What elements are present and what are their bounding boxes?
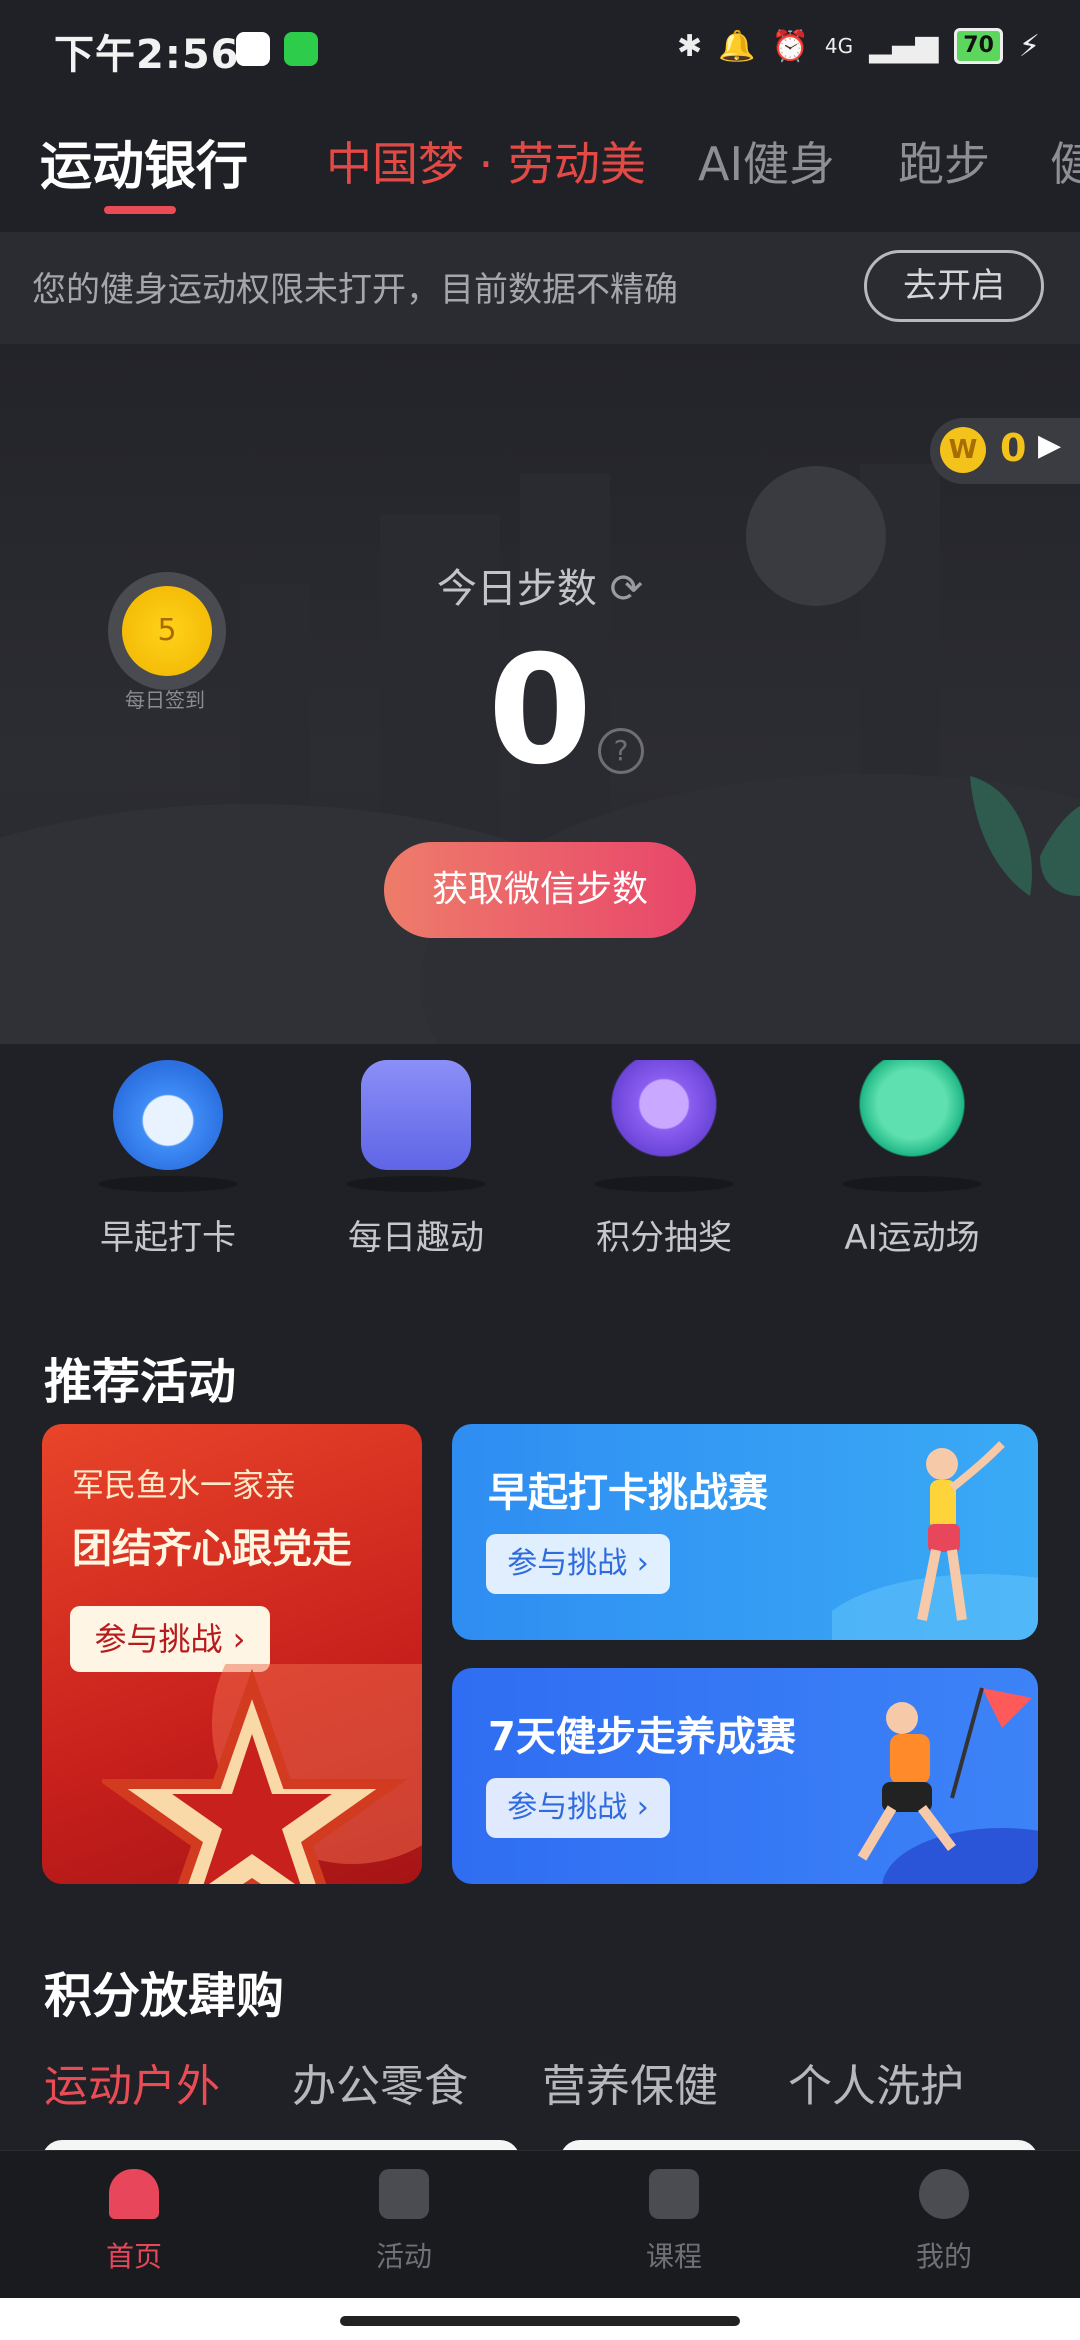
join-challenge-button[interactable]: 参与挑战 › xyxy=(486,1534,670,1594)
icon-shadow xyxy=(842,1176,982,1192)
wechat-notification-icon xyxy=(284,32,318,66)
coin-balance: 0 xyxy=(1000,426,1027,470)
bookmark-icon xyxy=(649,2169,699,2219)
coin-icon: W xyxy=(940,427,986,473)
category-tab-sports-outdoor[interactable]: 运动户外 xyxy=(44,2050,220,2114)
clipboard-icon xyxy=(361,1060,471,1170)
play-arrow-icon: ▶ xyxy=(1038,428,1062,463)
runner-with-flag-illustration xyxy=(857,1687,1038,1884)
feature-daily-fun[interactable]: 每日趣动 xyxy=(306,1060,526,1259)
home-indicator[interactable] xyxy=(340,2316,740,2326)
activity-card-early-rise[interactable]: 早起打卡挑战赛 参与挑战 › xyxy=(452,1424,1038,1640)
nav-label: 活动 xyxy=(375,2240,432,2273)
icon-shadow xyxy=(594,1176,734,1192)
battery-icon: 70 xyxy=(954,28,1003,64)
signal-icon: ▂▄▆ xyxy=(869,28,939,64)
feature-ai-sports-field[interactable]: AI运动场 xyxy=(802,1060,1022,1259)
alarm-clock-icon xyxy=(113,1060,223,1170)
nav-home[interactable]: 首页 xyxy=(64,2169,204,2275)
tab-sports-bank[interactable]: 运动银行 xyxy=(40,124,248,199)
status-bar: 下午2:56 ✱ 🔔 ⏰ 4G ▂▄▆ 70 ⚡ xyxy=(0,0,1080,96)
bell-icon: 🔔 xyxy=(718,28,756,64)
red-star-illustration xyxy=(102,1664,422,1884)
charging-icon: ⚡ xyxy=(1018,28,1040,64)
card-title: 7天健步走养成赛 xyxy=(488,1714,796,1760)
icon-shadow xyxy=(346,1176,486,1192)
recommended-activities-title: 推荐活动 xyxy=(44,1354,237,1410)
lottery-icon xyxy=(609,1060,719,1170)
tab-running[interactable]: 跑步 xyxy=(898,128,990,194)
tab-ai-fitness[interactable]: AI健身 xyxy=(698,128,835,194)
status-time: 下午2:56 xyxy=(54,32,240,78)
category-tab-office-snacks[interactable]: 办公零食 xyxy=(292,2050,468,2114)
category-tab-nutrition[interactable]: 营养保健 xyxy=(542,2050,718,2114)
active-tab-indicator xyxy=(104,206,176,214)
nav-courses[interactable]: 课程 xyxy=(604,2169,744,2275)
bluetooth-icon: ✱ xyxy=(676,28,703,64)
points-mall-title: 积分放肆购 xyxy=(44,1968,285,2024)
alarm-icon: ⏰ xyxy=(771,28,809,64)
icon-shadow xyxy=(98,1176,238,1192)
activity-card-party[interactable]: 军民鱼水一家亲 团结齐心跟党走 参与挑战 › xyxy=(42,1424,422,1884)
card-title: 团结齐心跟党走 xyxy=(72,1526,352,1572)
feature-points-lottery[interactable]: 积分抽奖 xyxy=(554,1060,774,1259)
permission-notice-text: 您的健身运动权限未打开，目前数据不精确 xyxy=(32,270,678,310)
help-icon[interactable]: ? xyxy=(598,728,644,774)
join-challenge-button[interactable]: 参与挑战 › xyxy=(486,1778,670,1838)
today-steps-label: 今日步数 xyxy=(436,566,597,612)
feature-label: AI运动场 xyxy=(844,1218,980,1258)
join-challenge-button[interactable]: 参与挑战 › xyxy=(70,1606,270,1672)
tab-fitness-partial[interactable]: 健 xyxy=(1050,128,1080,194)
home-icon xyxy=(109,2169,159,2219)
refresh-icon[interactable]: ⟳ xyxy=(610,566,644,612)
stretching-woman-illustration xyxy=(832,1441,1038,1640)
category-tab-personal-care[interactable]: 个人洗护 xyxy=(788,2050,964,2114)
get-wechat-steps-button[interactable]: 获取微信步数 xyxy=(384,842,696,938)
card-title: 早起打卡挑战赛 xyxy=(488,1470,768,1516)
enable-permission-button[interactable]: 去开启 xyxy=(864,250,1044,322)
feature-label: 早起打卡 xyxy=(100,1218,236,1258)
health-app-icon xyxy=(236,32,270,66)
network-label: 4G xyxy=(824,34,854,58)
nav-activities[interactable]: 活动 xyxy=(334,2169,474,2275)
flag-icon xyxy=(379,2169,429,2219)
permission-notice-bar: 您的健身运动权限未打开，目前数据不精确 去开启 xyxy=(0,232,1080,344)
feature-label: 每日趣动 xyxy=(348,1218,484,1258)
user-icon xyxy=(919,2169,969,2219)
today-steps-title: 今日步数 ⟳ xyxy=(0,556,1080,614)
steps-hero: W 0 ▶ 5 每日签到 今日步数 ⟳ 0 ? 获取微信步数 xyxy=(0,344,1080,1044)
tab-china-dream[interactable]: 中国梦 · 劳动美 xyxy=(326,128,646,194)
runner-icon xyxy=(857,1060,967,1170)
bottom-navigation: 首页 活动 课程 我的 xyxy=(0,2150,1080,2299)
activity-card-walking[interactable]: 7天健步走养成赛 参与挑战 › xyxy=(452,1668,1038,1884)
coin-balance-pill[interactable]: W 0 ▶ xyxy=(930,418,1080,484)
card-subtitle: 军民鱼水一家亲 xyxy=(72,1466,297,1504)
nav-mine[interactable]: 我的 xyxy=(874,2169,1014,2275)
today-steps-value: 0 xyxy=(487,624,593,798)
nav-label: 我的 xyxy=(915,2240,972,2273)
nav-label: 首页 xyxy=(105,2240,162,2273)
feature-label: 积分抽奖 xyxy=(596,1218,732,1258)
status-indicators: ✱ 🔔 ⏰ 4G ▂▄▆ 70 ⚡ xyxy=(677,28,1040,64)
nav-label: 课程 xyxy=(645,2240,702,2273)
feature-early-checkin[interactable]: 早起打卡 xyxy=(58,1060,278,1259)
